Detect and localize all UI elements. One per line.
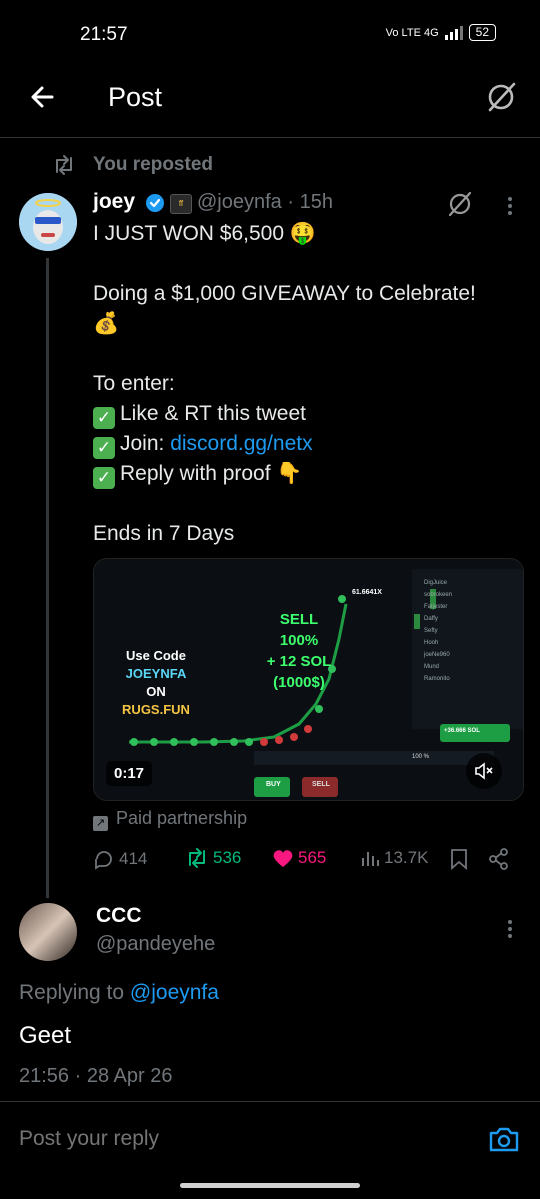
ape-avatar-icon	[19, 193, 77, 251]
thread-line	[46, 258, 49, 898]
player-name: joeNe960	[424, 652, 450, 658]
reply-composer-input[interactable]	[19, 1127, 459, 1151]
pct-label: 100 %	[412, 754, 430, 760]
sell-overlay: SELL 100% + 12 SOL (1000$)	[254, 609, 344, 693]
repost-label: You reposted	[93, 154, 213, 175]
post-line-2-emoji: 💰	[93, 312, 120, 335]
back-arrow-icon[interactable]	[26, 80, 60, 114]
video-duration: 0:17	[106, 761, 153, 786]
sell-line: (1000$)	[273, 674, 325, 691]
check-icon: ✓	[93, 437, 115, 459]
views-icon	[362, 852, 379, 866]
affiliate-badge-icon[interactable]: ff	[170, 194, 192, 214]
replying-to: Replying to @joeynfa	[19, 981, 219, 1004]
check-icon: ✓	[93, 467, 115, 489]
battery-icon: 52	[468, 24, 496, 41]
player-name: Fatjester	[424, 604, 448, 610]
grok-post-icon[interactable]	[446, 190, 474, 218]
verified-badge-icon	[146, 194, 164, 212]
promo-use: Use Code	[126, 648, 186, 663]
reply-author-handle[interactable]: @pandeyehe	[96, 933, 215, 956]
post-video[interactable]: Use Code JOEYNFA ON RUGS.FUN SELL 100% +…	[93, 558, 524, 801]
player-name: DigJuice	[424, 580, 448, 586]
views-action[interactable]: 13.7K	[360, 848, 428, 868]
network-indicator: Vo LTE 4G	[385, 26, 439, 39]
multiplier-label: 61.6641X	[352, 589, 382, 596]
reply-count: 414	[119, 849, 148, 868]
repost-count: 536	[213, 848, 242, 867]
reply-icon	[95, 851, 112, 870]
status-icons: Vo LTE 4G 52	[386, 24, 496, 41]
repost-icon	[189, 848, 205, 868]
promo-code: JOEYNFA	[125, 666, 187, 681]
promo-overlay: Use Code JOEYNFA ON RUGS.FUN	[106, 647, 206, 719]
heart-icon	[273, 850, 293, 867]
status-time: 21:57	[80, 24, 128, 45]
player-name: Hooh	[424, 640, 439, 646]
player-name: Mund	[424, 664, 440, 670]
header-divider	[0, 137, 540, 138]
sell-line: + 12 SOL	[266, 653, 332, 670]
mute-button[interactable]	[466, 753, 502, 789]
promo-on: ON	[146, 684, 166, 699]
repost-action[interactable]: 536	[185, 848, 241, 868]
post-line-2: Doing a $1,000 GIVEAWAY to Celebrate!	[93, 282, 476, 305]
discord-link[interactable]: discord.gg/netx	[170, 432, 312, 455]
signal-icon	[444, 25, 463, 40]
post-line-3: To enter:	[93, 372, 175, 395]
reply-timestamp: 21:56 · 28 Apr 26	[19, 1065, 173, 1087]
more-options-icon[interactable]	[500, 194, 520, 218]
author-handle[interactable]: @joeynfa · 15h	[197, 191, 333, 214]
balance-label: +36.666 SOL	[444, 728, 480, 734]
page-title: Post	[108, 82, 163, 112]
composer-divider	[0, 1101, 540, 1102]
sell-line: SELL	[279, 611, 319, 628]
paid-partnership-icon: ↗	[93, 816, 108, 831]
buy-label: BUY	[266, 781, 281, 788]
mute-icon	[475, 762, 493, 780]
like-action[interactable]: 565	[272, 848, 326, 868]
share-icon[interactable]	[488, 848, 510, 870]
reply-text: Geet	[19, 1022, 72, 1049]
player-name: sobrokeen	[424, 592, 453, 598]
camera-icon[interactable]	[487, 1122, 521, 1156]
post-line-4: Ends in 7 Days	[93, 522, 235, 545]
reply-avatar[interactable]	[19, 903, 77, 961]
post-bullet-1: ✓ Like & RT this tweet	[93, 402, 306, 429]
sell-line: 100%	[279, 632, 319, 649]
player-name: Ramonito	[424, 676, 450, 682]
player-list: DigJuice sobrokeen Fatjester Daffy Sefty…	[424, 577, 514, 685]
replying-to-link[interactable]: @joeynfa	[130, 981, 219, 1004]
check-icon: ✓	[93, 407, 115, 429]
views-count: 13.7K	[384, 848, 429, 867]
sell-btn-label: SELL	[312, 781, 330, 788]
promo-site: RUGS.FUN	[122, 702, 190, 717]
home-indicator[interactable]	[180, 1183, 360, 1188]
post-bullet-3: ✓ Reply with proof 👇	[93, 462, 303, 489]
author-name[interactable]: joey	[93, 190, 135, 214]
like-count: 565	[298, 848, 327, 867]
more-options-icon[interactable]	[500, 917, 520, 941]
player-name: Daffy	[424, 616, 438, 622]
post-line-1: I JUST WON $6,500 🤑	[93, 222, 316, 245]
repost-icon	[56, 155, 72, 175]
author-avatar[interactable]	[19, 193, 77, 251]
post-bullet-2: ✓ Join: discord.gg/netx	[93, 432, 313, 459]
reply-action[interactable]: 414	[93, 848, 147, 870]
reply-author-name[interactable]: CCC	[96, 904, 142, 928]
grok-icon[interactable]	[484, 80, 518, 114]
bookmark-icon[interactable]	[450, 848, 468, 870]
paid-partnership[interactable]: ↗ Paid partnership	[93, 808, 247, 831]
player-name: Sefty	[424, 628, 438, 634]
